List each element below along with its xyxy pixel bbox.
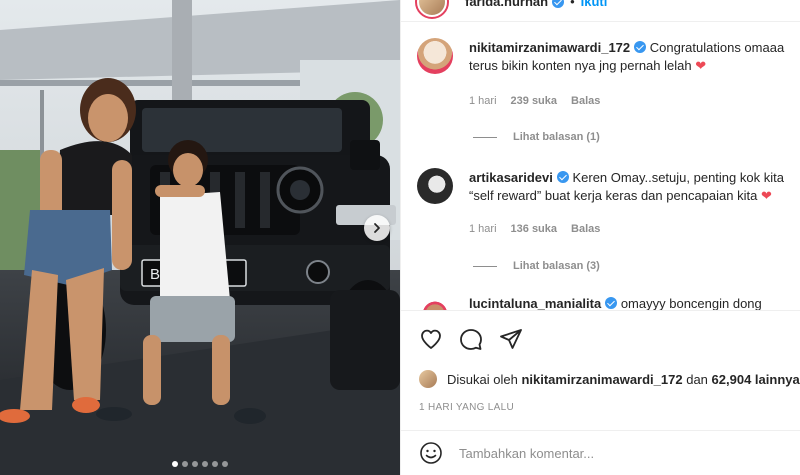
commenter-avatar[interactable] xyxy=(417,168,453,204)
commenter-avatar[interactable] xyxy=(417,38,453,74)
view-replies-label: Lihat balasan (3) xyxy=(513,260,600,272)
likes-summary[interactable]: Disukai oleh nikitamirzanimawardi_172 da… xyxy=(419,370,800,388)
comment-time: 1 hari xyxy=(469,95,497,107)
comment-line-1: Congratulations omaaa xyxy=(649,40,785,55)
comment-line-1: omayyy boncengin dong xyxy=(620,296,762,310)
emoji-icon[interactable] xyxy=(419,441,443,465)
comment-icon[interactable] xyxy=(459,327,483,351)
add-comment-bar xyxy=(401,430,800,475)
carousel-dot xyxy=(182,461,188,467)
carousel-dot xyxy=(212,461,218,467)
comment-text: lucintaluna_manialita omayyy boncengin d… xyxy=(469,295,800,310)
comment-list[interactable]: nikitamirzanimawardi_172 Congratulations… xyxy=(401,22,800,310)
liker-username[interactable]: nikitamirzanimawardi_172 xyxy=(521,372,682,387)
post-timestamp: 1 HARI YANG LALU xyxy=(419,402,515,413)
replies-divider xyxy=(473,265,497,267)
reply-button[interactable]: Balas xyxy=(571,223,600,235)
carousel-dot xyxy=(202,461,208,467)
comment-likes[interactable]: 136 suka xyxy=(511,223,557,235)
verified-icon xyxy=(634,41,647,53)
author-avatar[interactable] xyxy=(415,0,449,19)
carousel-dot xyxy=(172,461,178,467)
header-separator: • xyxy=(570,0,575,9)
comment-text: artikasaridevi Keren Omay..setuju, penti… xyxy=(469,169,800,205)
likes-middle: dan xyxy=(686,371,708,387)
replies-divider xyxy=(473,136,497,138)
heart-icon[interactable] xyxy=(419,327,443,351)
post-header: farida.nurhan • Ikuti xyxy=(401,0,800,22)
view-replies-button[interactable]: Lihat balasan (3) xyxy=(473,260,600,272)
comment-input[interactable] xyxy=(459,445,759,461)
view-replies-button[interactable]: Lihat balasan (1) xyxy=(473,131,600,143)
commenter-avatar[interactable] xyxy=(417,294,453,310)
post-details-panel: farida.nurhan • Ikuti nikitamirzanimawar… xyxy=(400,0,800,475)
comment-meta: 1 hari 239 suka Balas xyxy=(469,95,600,107)
comment-likes[interactable]: 239 suka xyxy=(511,95,557,107)
author-username[interactable]: farida.nurhan xyxy=(465,0,548,9)
liker-avatar xyxy=(419,370,437,388)
view-replies-label: Lihat balasan (1) xyxy=(513,131,600,143)
photo-scene: B ST xyxy=(0,0,400,475)
verified-icon xyxy=(552,0,565,8)
post-photo[interactable]: B ST xyxy=(0,0,400,475)
carousel-dot xyxy=(192,461,198,467)
comment-line-1: Keren Omay..setuju, penting kok kita xyxy=(572,170,784,185)
red-heart-icon: ❤ xyxy=(760,188,772,203)
carousel-indicator xyxy=(0,461,400,467)
comment-line-2: terus bikin konten nya jng pernah lelah xyxy=(469,58,692,73)
chevron-right-icon xyxy=(374,223,380,233)
likes-others[interactable]: 62,904 lainnya xyxy=(712,372,800,387)
reply-button[interactable]: Balas xyxy=(571,95,600,107)
action-bar xyxy=(401,310,800,370)
verified-icon xyxy=(556,171,569,183)
likes-prefix: Disukai oleh xyxy=(447,371,518,387)
next-photo-button[interactable] xyxy=(364,215,390,241)
comment-line-2: “self reward” buat kerja keras dan penca… xyxy=(469,188,758,203)
verified-icon xyxy=(605,297,618,309)
carousel-dot xyxy=(222,461,228,467)
red-heart-icon: ❤ xyxy=(695,58,707,73)
share-icon[interactable] xyxy=(499,327,523,351)
comment-text: nikitamirzanimawardi_172 Congratulations… xyxy=(469,39,800,75)
commenter-username[interactable]: artikasaridevi xyxy=(469,170,553,185)
comment-meta: 1 hari 136 suka Balas xyxy=(469,223,600,235)
commenter-username[interactable]: lucintaluna_manialita xyxy=(469,296,601,310)
comment-time: 1 hari xyxy=(469,223,497,235)
commenter-username[interactable]: nikitamirzanimawardi_172 xyxy=(469,40,630,55)
instagram-post: B ST xyxy=(0,0,800,475)
follow-button[interactable]: Ikuti xyxy=(581,0,608,9)
